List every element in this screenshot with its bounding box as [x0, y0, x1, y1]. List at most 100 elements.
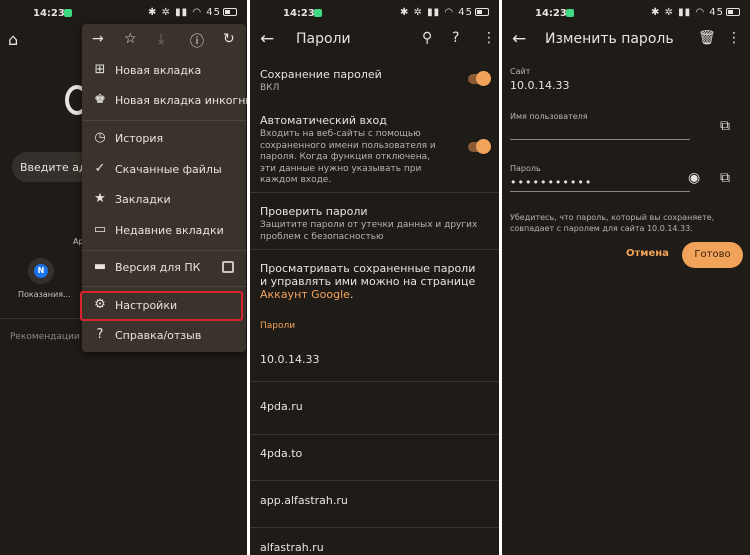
forward-arrow-icon[interactable]: →	[92, 31, 104, 47]
edit-password-screen: 14:23 ✱ ✲ ▮▮ ◠ 45 ← Изменить пароль 🗑 ⋮ …	[502, 0, 750, 555]
password-note: Убедитесь, что пароль, который вы сохран…	[510, 213, 715, 233]
desktop-site-checkbox[interactable]	[222, 261, 234, 273]
menu-item-label: Недавние вкладки	[115, 224, 224, 237]
menu-item-incognito[interactable]: ♚ Новая вкладка инкогнито	[82, 86, 247, 116]
menu-toolbar: → ☆ ⤓ ⓘ ↻	[82, 24, 246, 57]
battery-icon	[223, 8, 237, 16]
save-passwords-title: Сохранение паролей	[260, 68, 382, 81]
menu-item-label: Справка/отзыв	[115, 329, 202, 342]
battery-icon	[475, 8, 489, 16]
page-title: Пароли	[296, 31, 351, 47]
menu-item-help[interactable]: ? Справка/отзыв	[82, 321, 246, 351]
menu-item-label: История	[115, 132, 164, 145]
status-icons: ✱ ✲ ▮▮ ◠ 45	[651, 7, 740, 18]
menu-item-label: Новая вкладка инкогнито	[115, 94, 247, 107]
menu-item-history[interactable]: ◷ История	[82, 124, 246, 154]
download-done-icon: ✓	[94, 161, 106, 176]
app-bar: ← Пароли ⚲ ? ⋮	[250, 26, 499, 54]
page-title: Изменить пароль	[545, 31, 674, 47]
password-list-item[interactable]: 10.0.14.33	[260, 353, 319, 366]
google-account-link[interactable]: Аккаунт Google	[260, 288, 350, 301]
check-passwords-setting[interactable]: Проверить пароли Защитите пароли от утеч…	[260, 205, 485, 243]
menu-item-label: Версия для ПК	[115, 261, 201, 274]
refresh-icon[interactable]: ↻	[223, 31, 235, 47]
help-icon[interactable]: ?	[452, 30, 459, 46]
devices-icon: ▭	[93, 222, 107, 237]
done-button[interactable]: Готово	[682, 242, 743, 268]
sim-icon	[64, 9, 72, 17]
password-list-item[interactable]: app.alfastrah.ru	[260, 494, 348, 507]
auto-signin-toggle[interactable]	[468, 139, 491, 154]
copy-icon[interactable]: ⧉	[720, 170, 730, 186]
cancel-button[interactable]: Отмена	[626, 248, 669, 259]
manage-passwords-body: Просматривать сохраненные пароли и управ…	[260, 262, 476, 288]
password-label: Пароль	[510, 164, 541, 173]
site-label: Сайт	[510, 67, 531, 76]
back-arrow-icon[interactable]: ←	[260, 29, 274, 49]
more-vert-icon[interactable]: ⋮	[727, 30, 741, 46]
star-outline-icon[interactable]: ☆	[124, 31, 137, 47]
settings-highlight-frame	[80, 291, 243, 321]
password-list-item[interactable]: 4pda.ru	[260, 400, 303, 413]
shortcut-label: Показания...	[18, 290, 71, 299]
divider	[250, 249, 499, 250]
save-passwords-toggle[interactable]	[468, 71, 491, 86]
save-passwords-setting[interactable]: Сохранение паролей ВКЛ	[260, 68, 485, 95]
divider	[250, 381, 499, 382]
check-passwords-title: Проверить пароли	[260, 205, 368, 218]
menu-divider	[82, 250, 246, 251]
help-icon: ?	[96, 327, 104, 342]
manage-passwords-text: Просматривать сохраненные пароли и управ…	[260, 262, 485, 301]
divider	[250, 480, 499, 481]
menu-item-new-tab[interactable]: ⊞ Новая вкладка	[82, 56, 246, 86]
copy-icon[interactable]: ⧉	[720, 118, 730, 134]
menu-item-label: Скачанные файлы	[115, 163, 222, 176]
divider	[250, 527, 499, 528]
menu-item-downloads[interactable]: ✓ Скачанные файлы	[82, 155, 246, 185]
monitor-icon: ▬	[93, 259, 107, 274]
shortcut-favicon: N	[34, 264, 48, 278]
more-vert-icon[interactable]: ⋮	[482, 30, 496, 46]
search-icon[interactable]: ⚲	[422, 30, 432, 46]
status-time: 14:23	[535, 8, 567, 19]
battery-level: 45	[206, 7, 221, 18]
menu-item-recent-tabs[interactable]: ▭ Недавние вкладки	[82, 216, 246, 246]
menu-item-label: Закладки	[115, 193, 171, 206]
site-value: 10.0.14.33	[510, 79, 570, 92]
auto-signin-description: Входить на веб-сайты с помощью сохраненн…	[260, 129, 436, 185]
status-time: 14:23	[283, 8, 315, 19]
status-icons: ✱ ✲ ▮▮ ◠ 45	[400, 7, 489, 18]
auto-signin-setting[interactable]: Автоматический вход Входить на веб-сайты…	[260, 114, 445, 187]
battery-level: 45	[709, 7, 724, 18]
delete-icon[interactable]: 🗑	[698, 30, 716, 46]
sim-icon	[566, 9, 574, 17]
browser-menu-screen: 14:23 ✱ ✲ ▮▮ ◠ 45 ⌂ Введите адрес Ap N П…	[0, 0, 247, 555]
app-bar: ← Изменить пароль 🗑 ⋮	[502, 26, 750, 54]
save-passwords-state: ВКЛ	[260, 83, 280, 93]
password-field[interactable]: •••••••••••	[510, 176, 592, 189]
auto-signin-title: Автоматический вход	[260, 114, 387, 127]
menu-item-desktop-site[interactable]: ▬ Версия для ПК	[82, 253, 246, 283]
shortcut-tile[interactable]: N	[28, 258, 54, 284]
plus-box-icon: ⊞	[94, 62, 106, 77]
back-arrow-icon[interactable]: ←	[512, 29, 526, 49]
check-passwords-description: Защитите пароли от утечки данных и други…	[260, 220, 478, 242]
toggle-knob	[476, 139, 491, 154]
history-icon: ◷	[94, 130, 106, 145]
password-list-item[interactable]: 4pda.to	[260, 447, 302, 460]
download-icon: ⤓	[158, 31, 165, 47]
battery-level: 45	[458, 7, 473, 18]
divider	[250, 192, 499, 193]
username-label: Имя пользователя	[510, 112, 588, 121]
divider	[250, 434, 499, 435]
password-list-item[interactable]: alfastrah.ru	[260, 541, 324, 554]
manage-passwords-end: .	[349, 288, 354, 301]
menu-item-bookmarks[interactable]: ★ Закладки	[82, 185, 246, 215]
passwords-section-heading: Пароли	[260, 321, 296, 331]
incognito-icon: ♚	[94, 92, 106, 107]
eye-icon[interactable]: ◉	[688, 170, 700, 186]
home-icon[interactable]: ⌂	[8, 30, 18, 49]
username-underline	[510, 139, 690, 140]
info-icon[interactable]: ⓘ	[190, 31, 204, 51]
password-underline	[510, 191, 690, 192]
